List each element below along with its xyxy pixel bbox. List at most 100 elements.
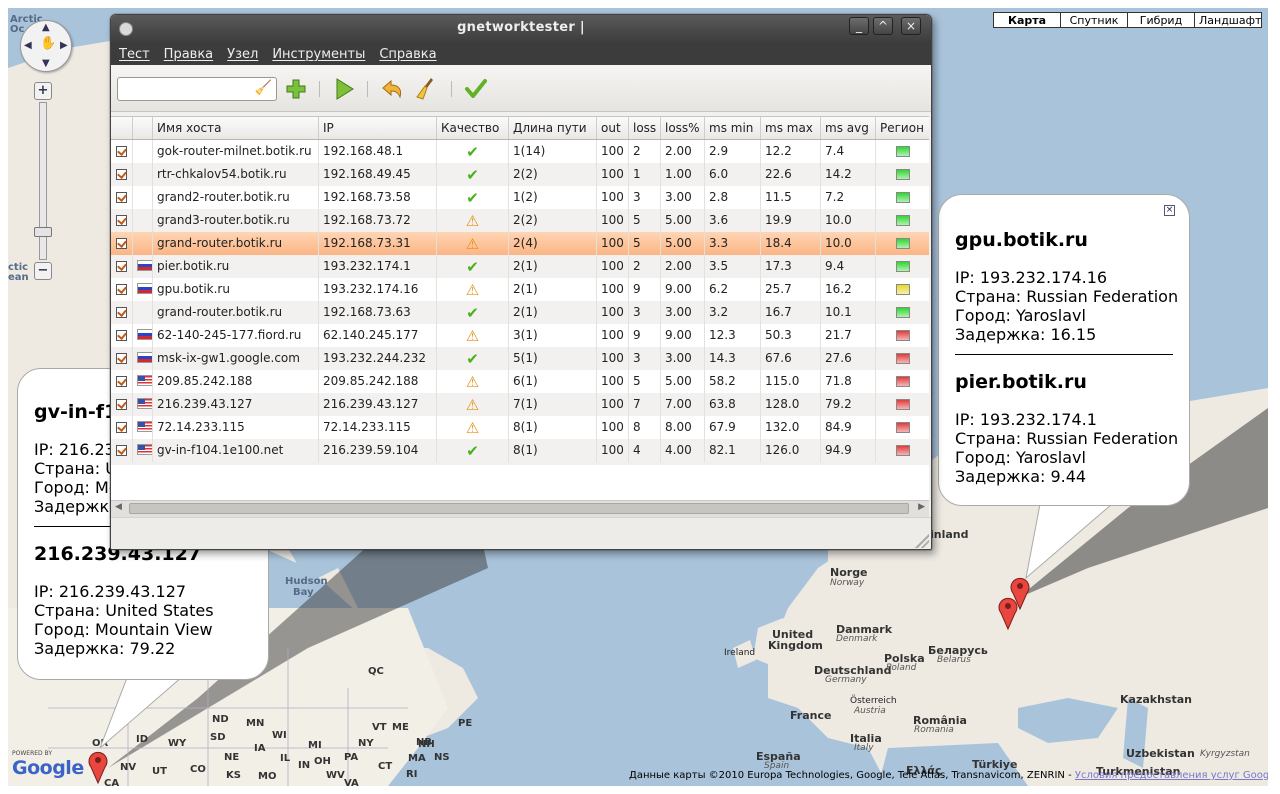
table-row[interactable]: grand2-router.botik.ru 192.168.73.58 ✔ 1(2)…	[111, 186, 929, 209]
terms-link[interactable]: Условия предоставления услуг Google	[1075, 770, 1268, 781]
table-row[interactable]: 62-140-245-177.fiord.ru 62.140.245.177 ⚠ 3(…	[111, 324, 929, 347]
row-hostname: gpu.botik.ru	[153, 278, 319, 301]
add-host-button[interactable]	[283, 76, 309, 102]
col-ip[interactable]: IP	[319, 117, 437, 139]
scroll-right-icon[interactable]: ▶	[918, 502, 925, 512]
row-checkbox[interactable]	[116, 307, 127, 318]
maximize-button[interactable]: ^	[873, 17, 893, 35]
row-ms-avg: 9.4	[821, 255, 876, 278]
map-type-terrain-button[interactable]: Ландшафт	[1194, 12, 1262, 28]
table-row[interactable]: 72.14.233.115 72.14.233.115 ⚠ 8(1) 100 8 8.00 6…	[111, 416, 929, 439]
row-ip: 62.140.245.177	[319, 324, 437, 347]
pan-left-icon[interactable]: ◀	[24, 41, 32, 51]
resize-grip-icon[interactable]	[915, 534, 929, 548]
start-play-button[interactable]	[331, 76, 357, 102]
row-checkbox[interactable]	[116, 445, 127, 456]
row-checkbox[interactable]	[116, 353, 127, 364]
row-ip: 216.239.59.104	[319, 439, 437, 462]
menu-help[interactable]: Справка	[379, 47, 436, 62]
pan-right-icon[interactable]: ▶	[60, 41, 68, 51]
col-ms-max[interactable]: ms max	[761, 117, 821, 139]
title-bar[interactable]: gnetworktester | _ ^ ×	[111, 15, 931, 43]
broom-clear-icon[interactable]: 🧹	[255, 80, 272, 96]
clear-broom-button[interactable]	[413, 76, 439, 102]
scrollbar-thumb[interactable]	[129, 503, 909, 514]
row-checkbox[interactable]	[116, 422, 127, 433]
col-out[interactable]: out	[597, 117, 629, 139]
horizontal-scrollbar[interactable]: ◀ ▶	[111, 500, 929, 517]
pan-down-icon[interactable]: ▼	[42, 59, 50, 69]
zoom-out-button[interactable]: −	[34, 262, 52, 280]
row-checkbox-cell	[111, 301, 133, 324]
col-loss[interactable]: loss	[629, 117, 661, 139]
row-out: 100	[597, 370, 629, 393]
row-ms-avg: 21.7	[821, 324, 876, 347]
apply-check-button[interactable]	[463, 76, 489, 102]
table-empty-area[interactable]	[111, 465, 929, 500]
row-checkbox[interactable]	[116, 376, 127, 387]
row-hostname: grand-router.botik.ru	[153, 232, 319, 255]
menu-edit[interactable]: Правка	[164, 47, 213, 62]
table-row[interactable]: gv-in-f104.1e100.net 216.239.59.104 ✔ 8(1) 1…	[111, 439, 929, 462]
map-type-hybrid-button[interactable]: Гибрид	[1127, 12, 1195, 28]
minimize-button[interactable]: _	[849, 17, 869, 35]
row-checkbox[interactable]	[116, 146, 127, 157]
row-checkbox[interactable]	[116, 284, 127, 295]
row-loss: 2	[629, 255, 661, 278]
table-row[interactable]: grand-router.botik.ru 192.168.73.63 ✔ 2(1) 1…	[111, 301, 929, 324]
map-type-satellite-button[interactable]: Спутник	[1060, 12, 1128, 28]
host-input[interactable]	[122, 79, 256, 101]
table-row[interactable]: grand3-router.botik.ru 192.168.73.72 ⚠ 2(2)…	[111, 209, 929, 232]
col-region[interactable]: Регион	[876, 117, 929, 139]
row-path-length: 8(1)	[509, 416, 597, 439]
right-bubble-entry1-city: Город: Yaroslavl	[955, 306, 1086, 325]
map-type-map-button[interactable]: Карта	[993, 12, 1061, 28]
map-marker-mountain-view[interactable]	[88, 750, 108, 784]
row-flag-cell	[133, 324, 153, 347]
check-icon: ✔	[466, 143, 479, 161]
zoom-thumb[interactable]	[34, 227, 52, 237]
table-row[interactable]: rtr-chkalov54.botik.ru 192.168.49.45 ✔ 2(2)…	[111, 163, 929, 186]
table-row[interactable]: 216.239.43.127 216.239.43.127 ⚠ 7(1) 100 7 7.0…	[111, 393, 929, 416]
row-checkbox[interactable]	[116, 238, 127, 249]
col-check[interactable]	[111, 117, 133, 139]
menu-test[interactable]: Тест	[119, 47, 150, 62]
col-flag[interactable]	[133, 117, 153, 139]
table-row[interactable]: 209.85.242.188 209.85.242.188 ⚠ 6(1) 100 5 5.0…	[111, 370, 929, 393]
pan-control[interactable]: ▲ ▼ ◀ ▶ ✋	[20, 20, 72, 72]
table-row[interactable]: msk-ix-gw1.google.com 193.232.244.232 ✔ 5(1…	[111, 347, 929, 370]
table-row[interactable]: gpu.botik.ru 193.232.174.16 ⚠ 2(1) 100 9 9.00 6…	[111, 278, 929, 301]
row-region-cell	[876, 140, 929, 163]
row-checkbox[interactable]	[116, 330, 127, 341]
row-checkbox[interactable]	[116, 169, 127, 180]
col-quality[interactable]: Качество	[437, 117, 509, 139]
toolbar-separator	[451, 81, 452, 97]
google-logo[interactable]: POWERED BY Google	[12, 750, 84, 779]
table-row[interactable]: gok-router-milnet.botik.ru 192.168.48.1 ✔ 1…	[111, 140, 929, 163]
row-checkbox[interactable]	[116, 261, 127, 272]
col-hostname[interactable]: Имя хоста	[153, 117, 319, 139]
row-ip: 216.239.43.127	[319, 393, 437, 416]
menu-node[interactable]: Узел	[227, 47, 258, 62]
row-checkbox[interactable]	[116, 215, 127, 226]
map-marker-gpu[interactable]	[998, 596, 1018, 630]
scroll-left-icon[interactable]: ◀	[115, 502, 122, 512]
row-checkbox[interactable]	[116, 192, 127, 203]
col-path-length[interactable]: Длина пути	[509, 117, 597, 139]
close-icon[interactable]: ×	[1164, 205, 1175, 216]
row-ms-max: 11.5	[761, 186, 821, 209]
row-checkbox[interactable]	[116, 399, 127, 410]
col-ms-avg[interactable]: ms avg	[821, 117, 876, 139]
region-color-swatch	[895, 284, 910, 295]
close-window-button[interactable]: ×	[901, 17, 921, 35]
col-ms-min[interactable]: ms min	[705, 117, 761, 139]
col-loss-percent[interactable]: loss%	[661, 117, 705, 139]
undo-arrow-button[interactable]	[379, 76, 405, 102]
menu-tools[interactable]: Инструменты	[272, 47, 365, 62]
pan-up-icon[interactable]: ▲	[42, 23, 50, 33]
table-row[interactable]: grand-router.botik.ru 192.168.73.31 ⚠ 2(4) 1…	[111, 232, 929, 255]
map-label-germany: Germany	[825, 675, 867, 685]
zoom-in-button[interactable]: +	[34, 82, 52, 100]
row-ms-min: 58.2	[705, 370, 761, 393]
table-row[interactable]: pier.botik.ru 193.232.174.1 ✔ 2(1) 100 2 2.00 3…	[111, 255, 929, 278]
